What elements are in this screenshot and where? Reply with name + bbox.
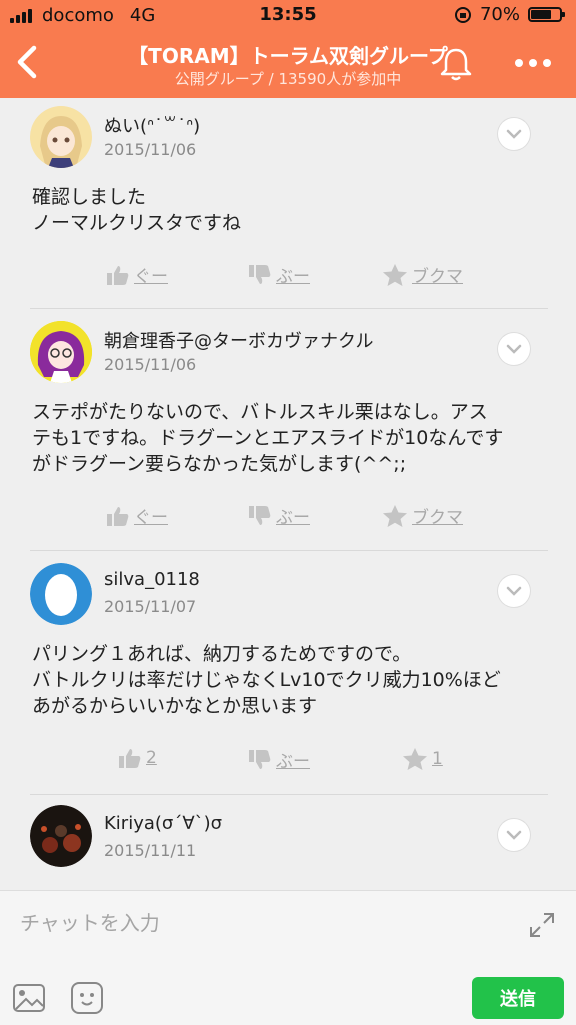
post-body: パリング１あれば、納刀するためですので。 バトルクリは率だけじゃなくLv10でク… (32, 641, 546, 719)
like-button[interactable]: ぐー (106, 262, 168, 287)
star-icon (403, 748, 427, 770)
like-button[interactable]: 2 (118, 747, 157, 769)
thumbs-up-icon (107, 506, 129, 526)
thumbs-down-icon (249, 264, 271, 284)
boo-label: ぶー (276, 508, 310, 528)
bell-icon[interactable] (436, 44, 476, 84)
thumbs-up-icon (119, 749, 141, 768)
star-icon (383, 263, 407, 286)
avatar[interactable] (30, 563, 92, 625)
like-label: ぐー (134, 267, 168, 287)
boo-label: ぶー (276, 752, 310, 772)
bookmark-label: ブクマ (412, 508, 463, 528)
like-label: ぐー (134, 508, 168, 528)
star-icon (383, 504, 407, 527)
user-name[interactable]: silva_0118 (104, 569, 200, 590)
send-button[interactable]: 送信 (472, 977, 564, 1019)
post-item: Kiriya(σ´∀`)σ 2015/11/11 (0, 795, 576, 890)
post-date: 2015/11/11 (104, 841, 197, 860)
bookmark-button[interactable]: ブクマ (382, 262, 463, 287)
post-text-line: パリング１あれば、納刀するためですので。 (32, 643, 412, 665)
avatar[interactable] (30, 321, 92, 383)
bookmark-button[interactable]: 1 (402, 747, 443, 771)
expand-icon[interactable] (528, 911, 556, 939)
chevron-down-icon[interactable] (498, 575, 530, 607)
like-count: 2 (146, 748, 157, 768)
thumbs-down-icon (249, 749, 271, 769)
post-date: 2015/11/07 (104, 597, 197, 616)
post-text-line: バトルクリは率だけじゃなくLv10でクリ威力10%ほど (32, 669, 501, 691)
chat-input[interactable]: チャットを入力 (20, 907, 160, 936)
user-name[interactable]: ぬい(ᐢ˙꒳˙ᐢ) (104, 112, 200, 138)
battery-icon (528, 7, 565, 22)
status-bar: docomo 4G 13:55 70% (0, 0, 576, 30)
post-text-line: あがるからいいかなとか思います (32, 695, 318, 717)
avatar[interactable] (30, 805, 92, 867)
post-actions: ぐー ぶー ブクマ (0, 503, 576, 533)
rotation-lock-icon (454, 6, 471, 23)
group-title: 【TORAM】トーラム双剣グループ (128, 44, 448, 68)
bookmark-count: 1 (432, 749, 443, 769)
header: 【TORAM】トーラム双剣グループ 公開グループ / 13590人が参加中 (0, 30, 576, 98)
chat-input-area: チャットを入力 送信 (0, 890, 576, 1025)
thumbs-up-icon (107, 265, 129, 285)
chevron-down-icon[interactable] (498, 333, 530, 365)
like-button[interactable]: ぐー (106, 503, 168, 528)
post-actions: 2 ぶー 1 (0, 747, 576, 777)
back-icon[interactable] (10, 42, 46, 82)
post-date: 2015/11/06 (104, 355, 197, 374)
post-item: ぬい(ᐢ˙꒳˙ᐢ) 2015/11/06 確認しました ノーマルクリスタですね … (0, 98, 576, 308)
image-icon[interactable] (12, 981, 46, 1015)
user-name[interactable]: Kiriya(σ´∀`)σ (104, 813, 222, 834)
more-options-icon[interactable] (508, 52, 558, 74)
boo-button[interactable]: ぶー (248, 262, 310, 287)
bookmark-button[interactable]: ブクマ (382, 503, 463, 528)
boo-button[interactable]: ぶー (248, 503, 310, 528)
avatar[interactable] (30, 106, 92, 168)
post-body: 確認しました ノーマルクリスタですね (32, 184, 546, 236)
chevron-down-icon[interactable] (498, 819, 530, 851)
group-subtitle: 公開グループ / 13590人が参加中 (174, 70, 402, 88)
user-name[interactable]: 朝倉理香子@ターボカヴァナクル (104, 327, 373, 353)
message-feed[interactable]: ぬい(ᐢ˙꒳˙ᐢ) 2015/11/06 確認しました ノーマルクリスタですね … (0, 98, 576, 890)
boo-button[interactable]: ぶー (248, 747, 310, 772)
chevron-down-icon[interactable] (498, 118, 530, 150)
post-actions: ぐー ぶー ブクマ (0, 262, 576, 292)
boo-label: ぶー (276, 267, 310, 287)
post-text-line: ステポがたりないので、バトルスキル栗はなし。アス (32, 401, 488, 423)
post-text-line: テも1ですね。ドラグーンとエアスライドが10なんです (32, 427, 504, 449)
post-text-line: 確認しました (32, 186, 147, 208)
post-date: 2015/11/06 (104, 140, 197, 159)
emoji-icon[interactable] (70, 981, 104, 1015)
thumbs-down-icon (249, 505, 271, 525)
post-text-line: がドラグーン要らなかった気がします(^^;; (32, 453, 407, 475)
post-item: 朝倉理香子@ターボカヴァナクル 2015/11/06 ステポがたりないので、バト… (0, 309, 576, 549)
battery-percent: 70% (479, 4, 520, 25)
post-body: ステポがたりないので、バトルスキル栗はなし。アス テも1ですね。ドラグーンとエア… (32, 399, 546, 477)
bookmark-label: ブクマ (412, 267, 463, 287)
post-item: silva_0118 2015/11/07 パリング１あれば、納刀するためですの… (0, 551, 576, 793)
post-text-line: ノーマルクリスタですね (32, 212, 242, 234)
